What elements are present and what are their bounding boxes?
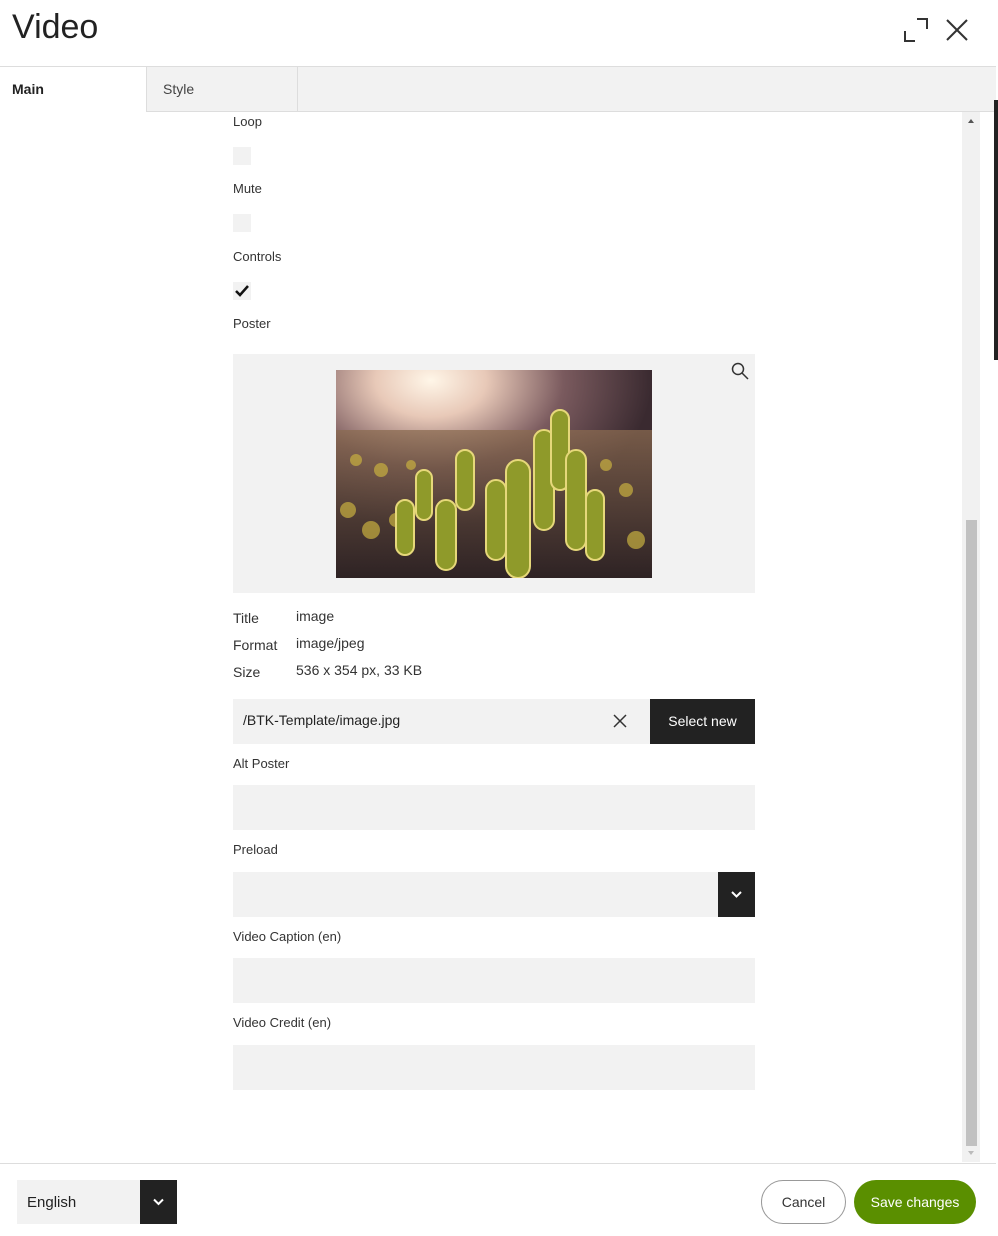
dialog-footer: English Cancel Save changes: [0, 1163, 996, 1236]
controls-label: Controls: [233, 249, 282, 264]
select-new-button[interactable]: Select new: [650, 699, 755, 744]
scroll-down-icon[interactable]: [962, 1146, 980, 1160]
close-icon[interactable]: [942, 15, 972, 45]
preload-label: Preload: [233, 842, 278, 857]
loop-label: Loop: [233, 114, 262, 129]
controls-checkbox[interactable]: [233, 282, 251, 300]
meta-size-value: 536 x 354 px, 33 KB: [296, 662, 423, 678]
mute-checkbox[interactable]: [233, 214, 251, 232]
poster-image: [336, 370, 652, 578]
poster-preview: [233, 354, 755, 593]
video-caption-label: Video Caption (en): [233, 929, 342, 944]
chevron-down-icon[interactable]: [718, 872, 755, 917]
dialog-header: Video: [0, 0, 996, 67]
poster-path-text: /BTK-Template/image.jpg: [243, 712, 401, 728]
video-dialog: Video Main Style Loop Mute Controls Post…: [0, 0, 998, 1236]
checkmark-icon: [235, 285, 249, 297]
tab-bar: Main Style: [0, 67, 996, 112]
form-content: Loop Mute Controls Poster Title image Fo…: [0, 112, 962, 1162]
video-credit-label: Video Credit (en): [233, 1015, 332, 1030]
alt-poster-label: Alt Poster: [233, 756, 290, 771]
poster-path-field[interactable]: /BTK-Template/image.jpg: [233, 699, 650, 744]
meta-size-key: Size: [233, 664, 261, 680]
cancel-button[interactable]: Cancel: [761, 1180, 846, 1224]
scrollbar[interactable]: [962, 112, 980, 1162]
video-caption-input[interactable]: [233, 958, 755, 1003]
zoom-icon[interactable]: [731, 362, 749, 380]
meta-format-value: image/jpeg: [296, 635, 365, 651]
tab-style[interactable]: Style: [148, 67, 298, 111]
preload-select[interactable]: [233, 872, 755, 917]
chevron-down-icon[interactable]: [140, 1180, 177, 1224]
save-changes-button[interactable]: Save changes: [854, 1180, 976, 1224]
loop-checkbox[interactable]: [233, 147, 251, 165]
video-credit-input[interactable]: [233, 1045, 755, 1090]
dialog-title: Video: [12, 8, 99, 46]
meta-title-key: Title: [233, 610, 259, 626]
clear-icon[interactable]: [612, 713, 628, 729]
scroll-up-icon[interactable]: [962, 114, 980, 128]
window-edge: [994, 100, 998, 360]
alt-poster-input[interactable]: [233, 785, 755, 830]
language-select[interactable]: English: [17, 1180, 177, 1224]
expand-icon[interactable]: [901, 15, 931, 45]
scrollbar-thumb[interactable]: [966, 520, 977, 1146]
tab-main[interactable]: Main: [0, 67, 147, 112]
meta-title-value: image: [296, 608, 335, 624]
meta-format-key: Format: [233, 637, 278, 653]
poster-label: Poster: [233, 316, 271, 331]
language-value: English: [27, 1194, 77, 1211]
mute-label: Mute: [233, 181, 262, 196]
